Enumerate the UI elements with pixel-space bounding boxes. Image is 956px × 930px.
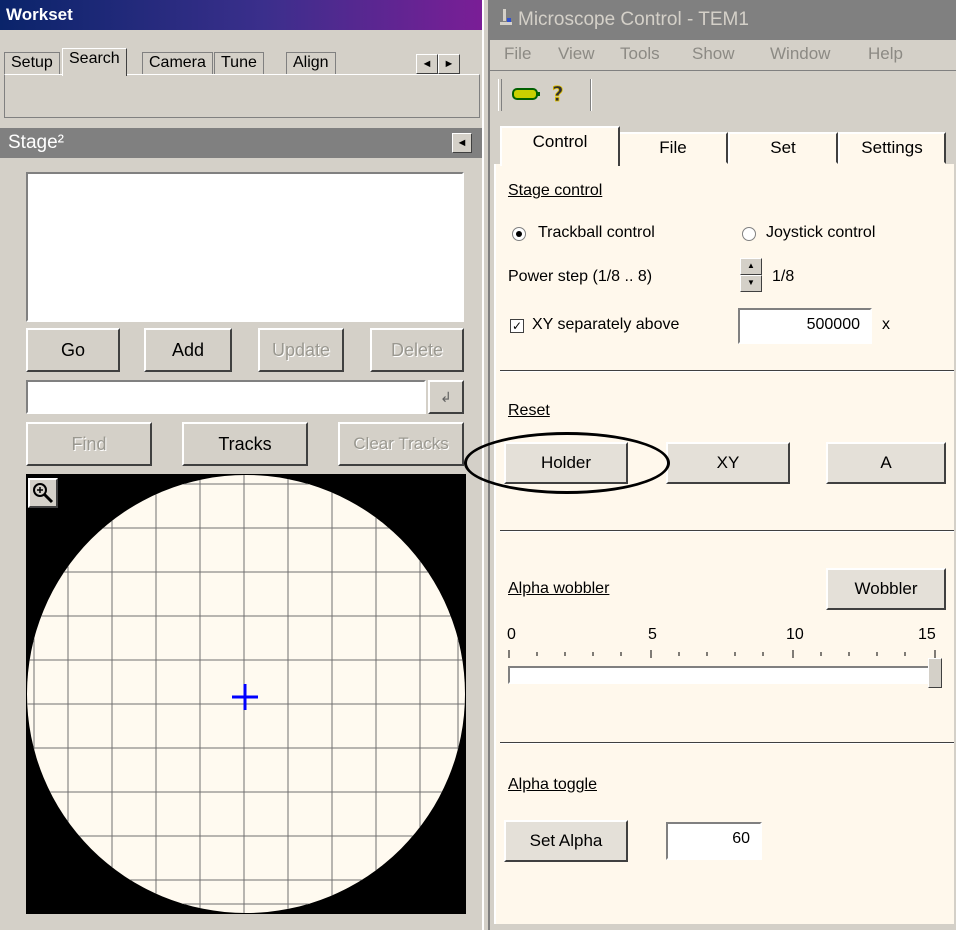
tab-align[interactable]: Align [286, 52, 336, 74]
power-step-spinner[interactable]: ▲ ▼ [740, 258, 762, 292]
divider [500, 370, 954, 372]
tick-label-15: 15 [918, 626, 936, 643]
svg-text:?: ? [552, 82, 564, 106]
menu-view[interactable]: View [558, 44, 595, 64]
stage-grid-map[interactable] [26, 474, 466, 914]
tracks-button[interactable]: Tracks [182, 422, 308, 466]
reset-label: Reset [508, 402, 550, 419]
toolbar: ? [490, 70, 956, 120]
tab-set[interactable]: Set [728, 132, 838, 164]
divider [500, 742, 954, 744]
set-alpha-button[interactable]: Set Alpha [504, 820, 628, 862]
workset-title: Workset [0, 0, 482, 30]
tab-tune[interactable]: Tune [214, 52, 264, 74]
tab-settings[interactable]: Settings [838, 132, 946, 164]
xy-separately-label: XY separately above [532, 316, 680, 333]
tab-camera[interactable]: Camera [142, 52, 213, 74]
battery-icon[interactable] [512, 87, 542, 101]
spin-up-icon[interactable]: ▲ [740, 258, 762, 275]
xy-separately-field[interactable]: 500000 [738, 308, 872, 344]
microscope-window-title: Microscope Control - TEM1 [490, 0, 956, 40]
stage-map[interactable] [26, 474, 466, 914]
xy-separately-unit: x [882, 316, 890, 333]
tick-label-10: 10 [786, 626, 804, 643]
reset-xy-button[interactable]: XY [666, 442, 790, 484]
delete-button[interactable]: Delete [370, 328, 464, 372]
stage-title: Stage² [0, 128, 482, 158]
joystick-radio[interactable] [742, 227, 756, 241]
update-button[interactable]: Update [258, 328, 344, 372]
menu-help[interactable]: Help [868, 44, 903, 64]
spin-down-icon[interactable]: ▼ [740, 275, 762, 292]
slider-ticks [508, 650, 936, 658]
power-step-value: 1/8 [772, 268, 795, 285]
alpha-wobbler-label: Alpha wobbler [508, 580, 610, 597]
menu-window[interactable]: Window [770, 44, 830, 64]
add-button[interactable]: Add [144, 328, 232, 372]
stage-collapse-button[interactable]: ◄ [452, 133, 472, 153]
menu-tools[interactable]: Tools [620, 44, 660, 64]
enter-icon[interactable]: ↲ [428, 380, 464, 414]
toolbar-grip[interactable] [498, 79, 502, 111]
workset-tabs: Setup Search Camera Tune Align ◄ ► [4, 34, 480, 76]
stage-control-label: Stage control [508, 182, 603, 199]
menu-bar: File View Tools Show Window Help [490, 40, 956, 70]
xy-separately-checkbox[interactable]: ✓ [510, 319, 524, 333]
workset-tab-body [4, 74, 480, 118]
tab-search[interactable]: Search [62, 48, 127, 76]
stage-position-input[interactable] [26, 380, 426, 414]
reset-a-button[interactable]: A [826, 442, 946, 484]
tab-scroll-left-button[interactable]: ◄ [416, 54, 438, 74]
find-button[interactable]: Find [26, 422, 152, 466]
alpha-wobbler-slider-track[interactable] [508, 666, 942, 684]
trackball-radio[interactable] [512, 227, 526, 241]
tick-label-0: 0 [507, 626, 516, 643]
highlight-ellipse [464, 432, 670, 494]
wobbler-button[interactable]: Wobbler [826, 568, 946, 610]
power-step-label: Power step (1/8 .. 8) [508, 268, 653, 285]
divider [500, 530, 954, 532]
go-button[interactable]: Go [26, 328, 120, 372]
clear-tracks-button[interactable]: Clear Tracks [338, 422, 464, 466]
microscope-icon [498, 8, 514, 28]
tab-control[interactable]: Control [500, 126, 620, 166]
tick-label-5: 5 [648, 626, 657, 643]
alpha-toggle-label: Alpha toggle [508, 776, 597, 793]
alpha-value-field[interactable]: 60 [666, 822, 762, 860]
tab-setup[interactable]: Setup [4, 52, 60, 74]
tab-scroll-right-button[interactable]: ► [438, 54, 460, 74]
trackball-label: Trackball control [538, 224, 655, 241]
toolbar-separator [590, 79, 592, 111]
tab-file[interactable]: File [618, 132, 728, 164]
stage-position-list[interactable] [26, 172, 464, 322]
alpha-wobbler-slider-thumb[interactable] [928, 658, 942, 688]
microscope-title-text: Microscope Control - TEM1 [518, 9, 749, 30]
joystick-label: Joystick control [766, 224, 876, 241]
menu-show[interactable]: Show [692, 44, 735, 64]
menu-file[interactable]: File [504, 44, 531, 64]
help-icon[interactable]: ? [550, 81, 570, 107]
zoom-icon[interactable] [28, 478, 58, 508]
